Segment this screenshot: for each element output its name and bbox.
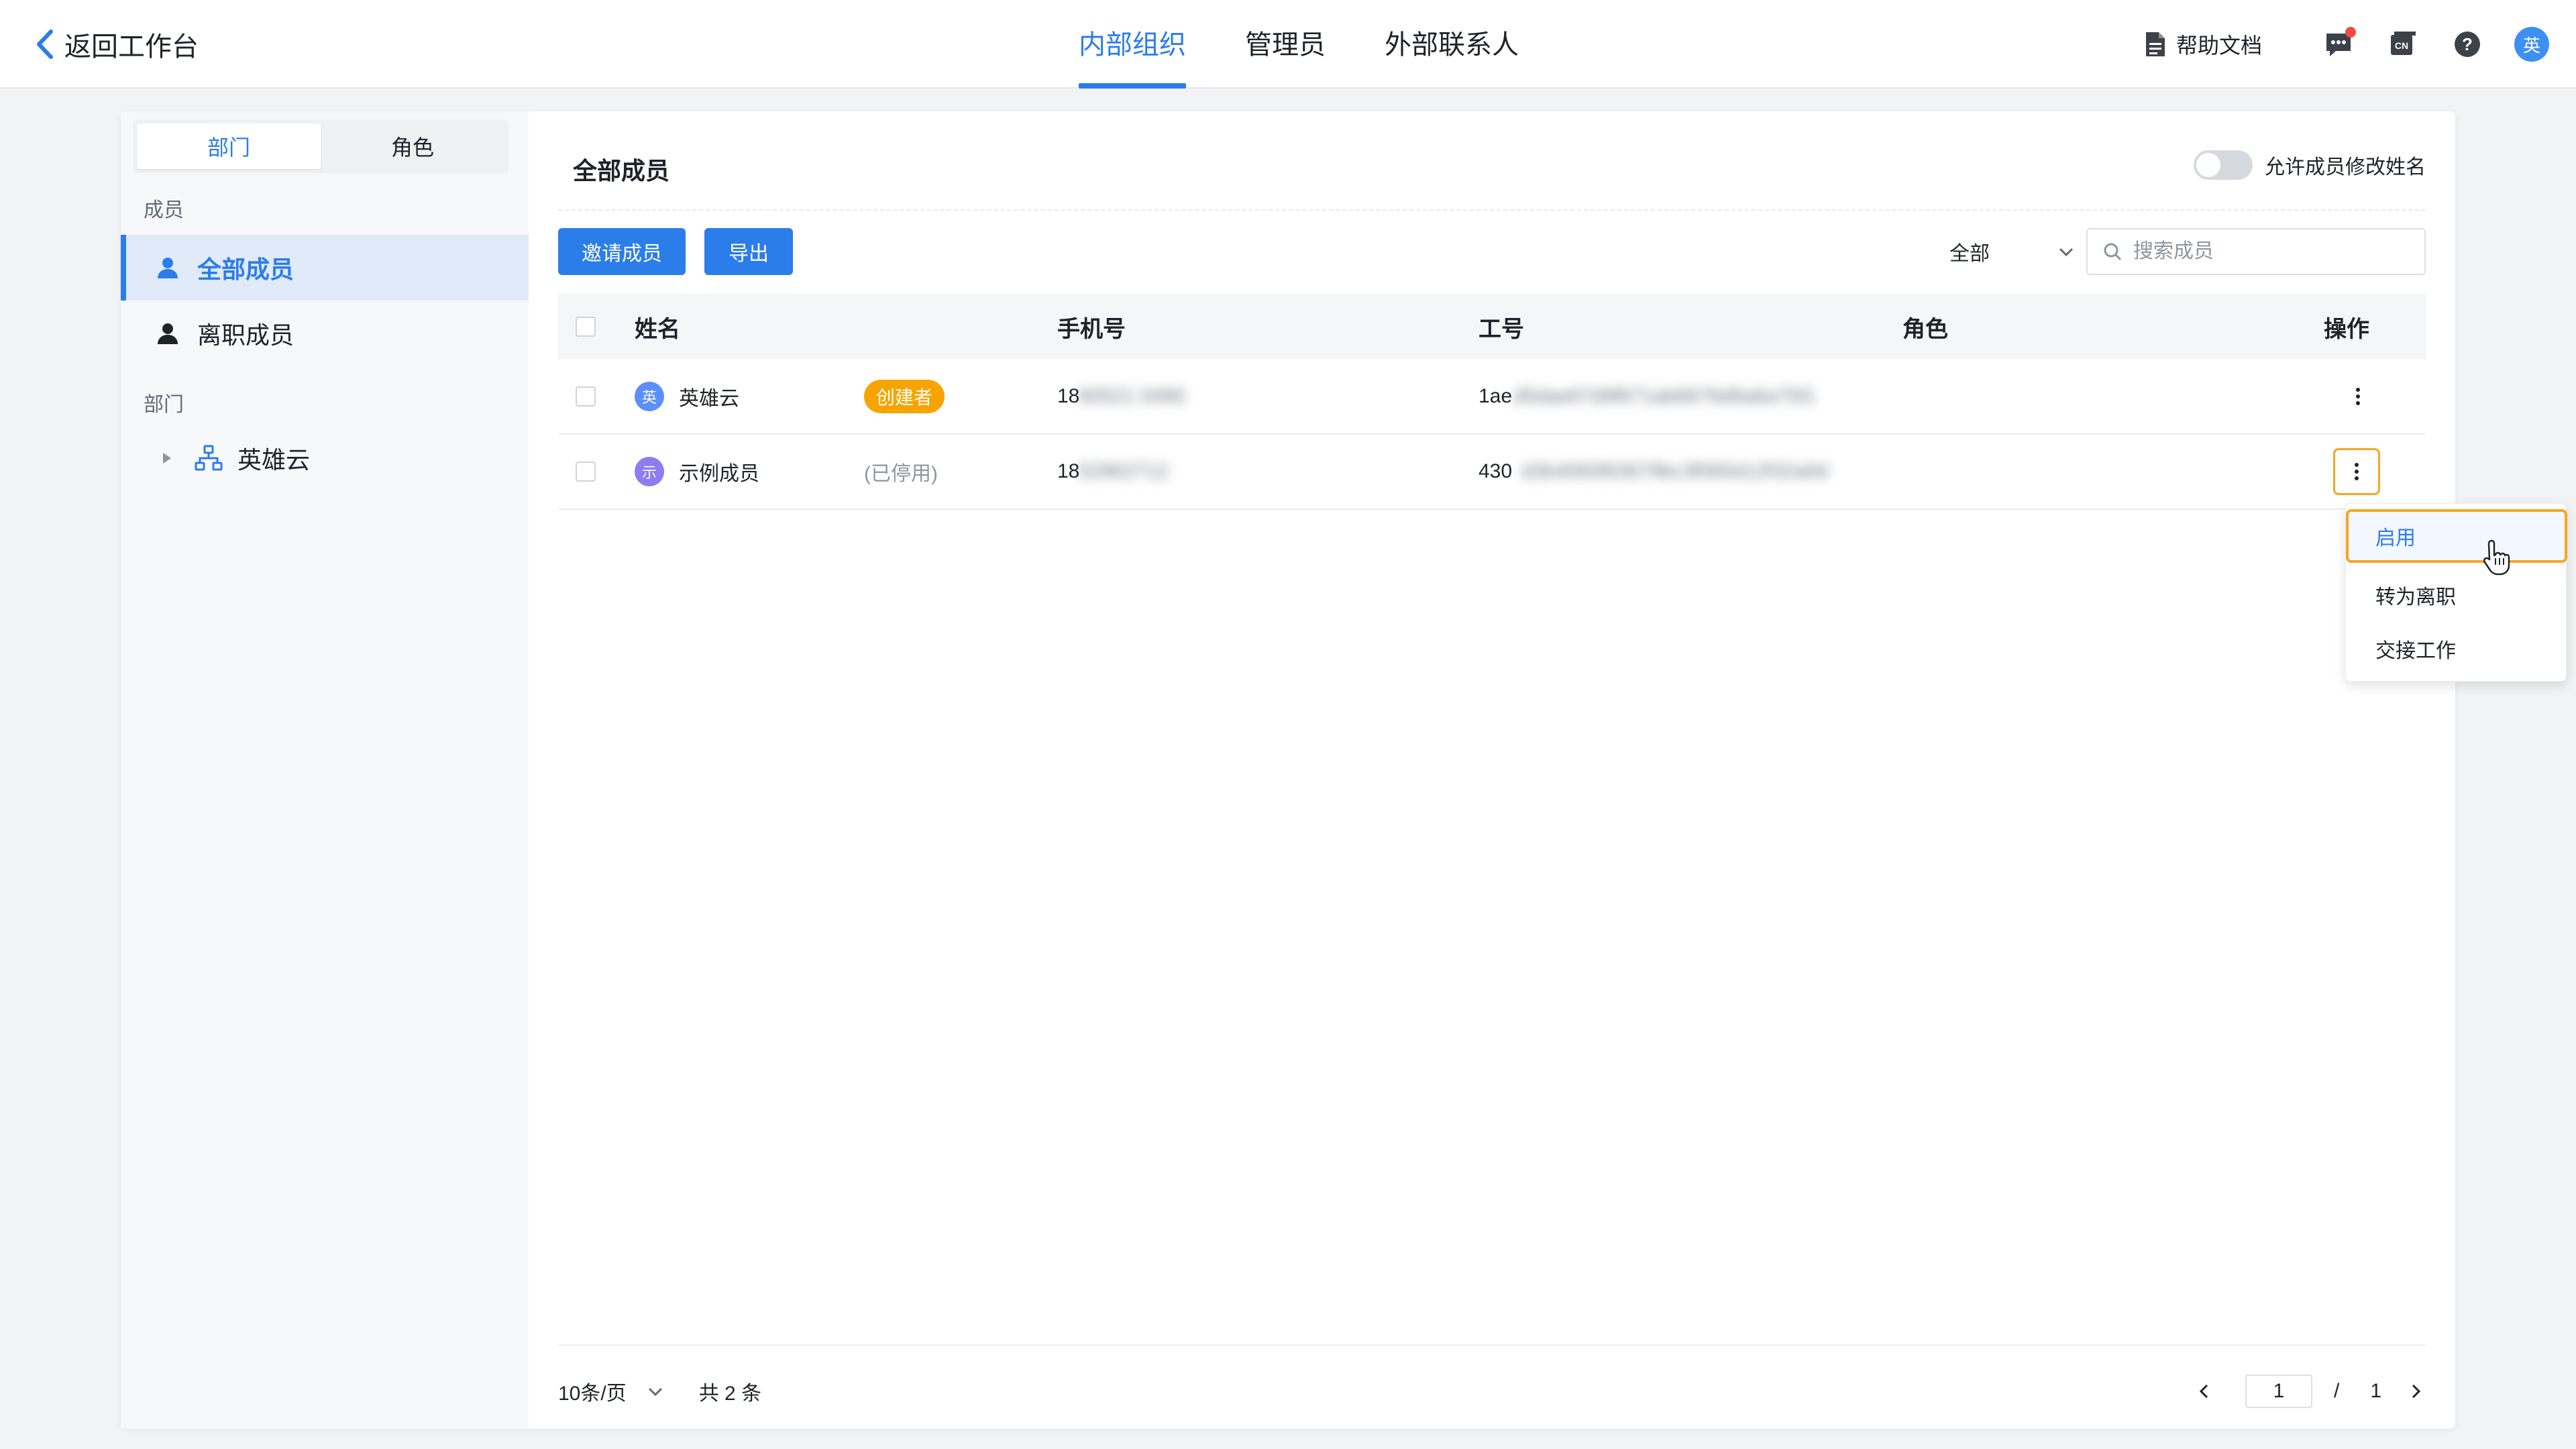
table-row: 示 示例成员 (已停用) 18 52962712 430 d3b4065f636… — [558, 435, 2426, 510]
phone-redacted: 52962712 — [1079, 460, 1169, 482]
allow-rename-setting: 允许成员修改姓名 — [2194, 150, 2426, 180]
total-pages: 1 — [2370, 1380, 2381, 1402]
departments-section-label: 部门 — [144, 394, 184, 416]
avatar: 英 — [635, 382, 664, 411]
tree-node-yingxiongyun[interactable]: 英雄云 — [158, 435, 310, 482]
divider — [558, 209, 2426, 211]
prev-page-icon[interactable] — [2194, 1381, 2214, 1401]
main-card: 部门 角色 成员 全部成员 离职成员 部门 英雄云 全部成员 允许成员修改姓名 … — [121, 111, 2567, 1429]
help-docs-label: 帮助文档 — [2176, 34, 2262, 58]
employee-id-prefix: 430 — [1479, 460, 1513, 482]
employee-id-prefix: 1ae — [1479, 385, 1513, 407]
disabled-status-label: (已停用) — [864, 463, 938, 485]
phone-prefix: 18 — [1057, 385, 1080, 407]
sidebar-segment-control: 部门 角色 — [133, 119, 508, 173]
user-avatar[interactable]: 英 — [2514, 27, 2549, 62]
svg-text:?: ? — [2462, 34, 2473, 54]
chevron-down-icon[interactable] — [645, 1381, 665, 1401]
language-button[interactable]: CN — [2385, 27, 2420, 62]
back-to-workbench-button[interactable]: 返回工作台 — [34, 24, 199, 64]
page-title: 全部成员 — [573, 157, 670, 184]
current-page-input[interactable]: 1 — [2245, 1375, 2312, 1408]
member-name: 英雄云 — [679, 388, 739, 410]
phone-redacted: 60521 0490 — [1079, 385, 1185, 407]
help-icon: ? — [2455, 32, 2480, 57]
user-icon — [158, 258, 178, 278]
top-nav-tabs: 内部组织 管理员 外部联系人 — [1079, 0, 1578, 89]
segment-department[interactable]: 部门 — [137, 123, 321, 169]
help-button[interactable]: ? — [2450, 27, 2485, 62]
org-chart-icon — [195, 445, 223, 471]
employee-id-redacted: d3b4065f63679bc3f065d12f32a0d — [1521, 460, 1829, 482]
messages-button[interactable] — [2321, 27, 2356, 62]
help-docs-link[interactable]: 帮助文档 — [2144, 29, 2262, 60]
search-box — [2086, 228, 2426, 275]
column-header-phone: 手机号 — [1057, 316, 1126, 342]
creator-badge: 创建者 — [864, 380, 945, 413]
segment-role[interactable]: 角色 — [321, 123, 504, 169]
pagination: 1 / 1 — [2194, 1371, 2426, 1411]
next-page-icon[interactable] — [2406, 1381, 2426, 1401]
search-icon — [2104, 243, 2122, 261]
employee-id-redacted: d5dae67d9f671ab6676d6a6a75f1 — [1513, 385, 1816, 407]
sidebar-item-label: 离职成员 — [197, 321, 294, 349]
sidebar-item-all-members[interactable]: 全部成员 — [121, 235, 529, 301]
table-header: 姓名 手机号 工号 角色 操作 — [558, 294, 2426, 360]
page-separator: / — [2333, 1380, 2340, 1402]
top-bar: 返回工作台 内部组织 管理员 外部联系人 帮助文档 CN ? 英 — [0, 0, 2576, 89]
members-section-label: 成员 — [144, 199, 184, 221]
select-all-checkbox[interactable] — [576, 317, 596, 337]
tab-external-contacts[interactable]: 外部联系人 — [1385, 0, 1519, 89]
allow-rename-toggle[interactable] — [2194, 150, 2253, 180]
sidebar-item-label: 全部成员 — [197, 256, 294, 283]
tab-admins[interactable]: 管理员 — [1245, 0, 1326, 89]
back-label: 返回工作台 — [64, 32, 199, 62]
unread-dot — [2345, 27, 2356, 38]
export-button[interactable]: 导出 — [704, 228, 793, 275]
total-count: 共 2 条 — [698, 1383, 762, 1405]
cn-language-icon: CN — [2391, 32, 2416, 55]
user-icon — [158, 323, 178, 344]
caret-right-icon[interactable] — [158, 450, 174, 466]
column-header-employee-id: 工号 — [1479, 316, 1524, 342]
more-vertical-icon — [2355, 463, 2359, 480]
sidebar: 部门 角色 成员 全部成员 离职成员 部门 英雄云 — [121, 111, 529, 1429]
search-input[interactable] — [2133, 240, 2402, 263]
column-header-name: 姓名 — [635, 316, 680, 342]
phone-prefix: 18 — [1057, 460, 1080, 482]
doc-icon — [2145, 32, 2165, 56]
tree-node-label: 英雄云 — [237, 446, 311, 474]
menu-item-handover-work[interactable]: 交接工作 — [2346, 622, 2567, 676]
page-size-select[interactable]: 10条/页 — [558, 1377, 627, 1406]
hand-cursor-icon — [2483, 539, 2510, 576]
members-content: 全部成员 允许成员修改姓名 邀请成员 导出 全部 姓名 手机号 工号 角色 操作 — [558, 111, 2567, 1429]
row-action-menu: 启用 转为离职 交接工作 — [2345, 503, 2567, 682]
column-header-actions: 操作 — [2324, 316, 2369, 342]
row-more-button[interactable] — [2333, 448, 2380, 495]
footer-divider — [558, 1344, 2426, 1346]
status-filter-select[interactable]: 全部 — [1932, 229, 2093, 274]
allow-rename-label: 允许成员修改姓名 — [2265, 156, 2426, 178]
chevron-down-icon — [2059, 248, 2074, 257]
row-checkbox[interactable] — [576, 386, 596, 407]
chevron-left-icon — [37, 30, 53, 59]
top-right-toolbar: 帮助文档 CN ? 英 — [2144, 24, 2549, 64]
column-header-role: 角色 — [1902, 316, 1948, 342]
status-filter-value: 全部 — [1949, 243, 1990, 265]
svg-text:CN: CN — [2395, 40, 2408, 51]
menu-item-mark-departed[interactable]: 转为离职 — [2346, 568, 2567, 622]
page-size-area: 10条/页 共 2 条 — [558, 1371, 761, 1411]
tab-internal-org[interactable]: 内部组织 — [1079, 0, 1186, 89]
row-more-button[interactable] — [2334, 373, 2381, 420]
table-row: 英 英雄云 创建者 18 60521 0490 1ae d5dae67d9f67… — [558, 360, 2426, 435]
invite-members-button[interactable]: 邀请成员 — [558, 228, 686, 275]
row-checkbox[interactable] — [576, 462, 596, 482]
menu-item-enable[interactable]: 启用 — [2346, 509, 2567, 563]
avatar: 示 — [635, 457, 664, 486]
member-name: 示例成员 — [679, 463, 759, 485]
more-vertical-icon — [2356, 388, 2360, 405]
sidebar-item-departed-members[interactable]: 离职成员 — [121, 301, 529, 366]
